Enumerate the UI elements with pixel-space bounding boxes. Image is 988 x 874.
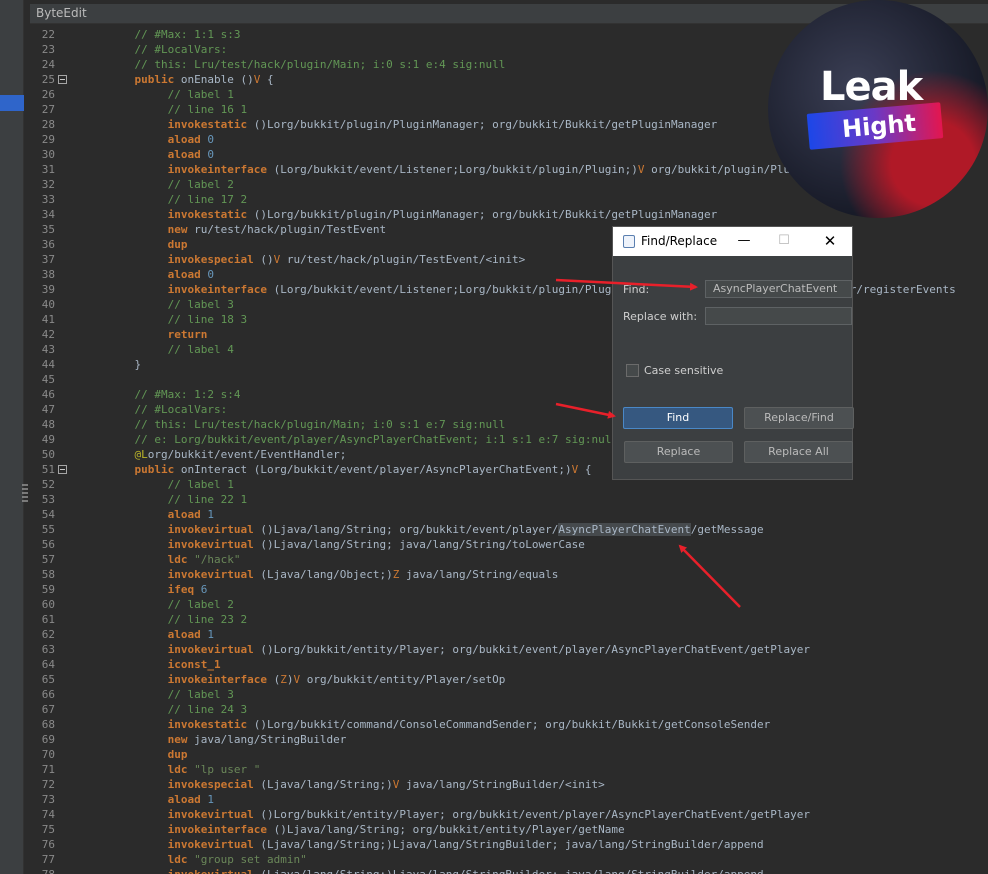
arrow-to-find-button xyxy=(555,402,616,419)
annotation-arrows xyxy=(555,278,741,608)
arrow-to-highlighted-match xyxy=(678,544,741,608)
arrow-to-find-input xyxy=(555,278,698,291)
